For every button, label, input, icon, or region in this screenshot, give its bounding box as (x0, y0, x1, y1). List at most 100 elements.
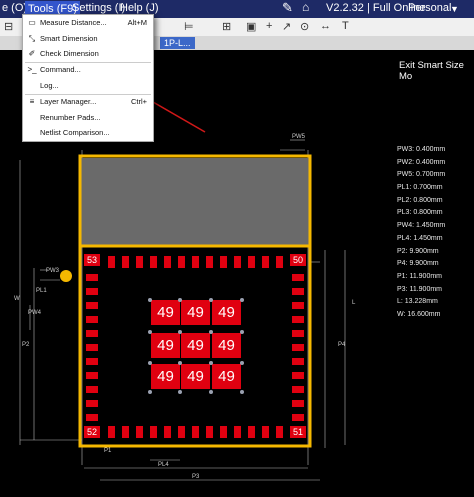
pad[interactable] (178, 256, 185, 268)
via (209, 330, 213, 334)
center-pad[interactable]: 49 (212, 300, 241, 325)
center-pad[interactable]: 49 (181, 333, 210, 358)
pad[interactable] (136, 426, 143, 438)
pad[interactable] (248, 256, 255, 268)
pad[interactable] (276, 256, 283, 268)
pad[interactable] (86, 302, 98, 309)
pad[interactable] (234, 426, 241, 438)
pad[interactable] (292, 414, 304, 421)
chevron-down-icon[interactable]: ▼ (450, 4, 459, 14)
pad-51[interactable]: 51 (290, 426, 306, 438)
via (209, 298, 213, 302)
pad-icon[interactable]: ⊙ (300, 20, 309, 33)
pad[interactable] (206, 256, 213, 268)
pad[interactable] (122, 426, 129, 438)
layer-toggle-icon[interactable]: ⊟ (4, 20, 13, 33)
pad[interactable] (108, 426, 115, 438)
spec-row: PW4: 1.450mm (397, 222, 446, 230)
pad[interactable] (86, 316, 98, 323)
pad[interactable] (86, 358, 98, 365)
pad[interactable] (292, 288, 304, 295)
pad[interactable] (86, 344, 98, 351)
pencil-icon[interactable]: ✎ (282, 0, 293, 16)
pad[interactable] (220, 426, 227, 438)
menu-item-command[interactable]: >_ Command... (23, 63, 153, 77)
pad[interactable] (234, 256, 241, 268)
pad[interactable] (292, 316, 304, 323)
center-pad[interactable]: 49 (212, 333, 241, 358)
dim-label-pw5: PW5 (292, 134, 306, 140)
via (209, 361, 213, 365)
tag-icon[interactable]: ⌂ (302, 0, 309, 14)
align-icon[interactable]: ⊨ (184, 20, 194, 33)
pad[interactable] (164, 426, 171, 438)
pad[interactable] (206, 426, 213, 438)
exit-smart-size-button[interactable]: Exit Smart Size Mo (399, 60, 474, 82)
pad[interactable] (86, 372, 98, 379)
center-pad[interactable]: 49 (181, 300, 210, 325)
menu-settings[interactable]: Settings (I) (72, 2, 125, 14)
measure-icon[interactable]: ↔ (320, 20, 331, 32)
pad[interactable] (164, 256, 171, 268)
spec-row: PW3: 0.400mm (397, 146, 446, 153)
pad[interactable] (292, 386, 304, 393)
via (178, 330, 182, 334)
command-icon: >_ (27, 65, 37, 74)
pad[interactable] (122, 256, 129, 268)
pad[interactable] (248, 426, 255, 438)
pad[interactable] (292, 302, 304, 309)
pad-53[interactable]: 53 (84, 254, 100, 266)
tab-footprint[interactable]: 1P-L... (160, 37, 195, 49)
add-icon[interactable]: + (266, 20, 272, 32)
center-pad[interactable]: 49 (212, 364, 241, 389)
pad[interactable] (220, 256, 227, 268)
grid-icon[interactable]: ⊞ (222, 20, 231, 33)
pad[interactable] (136, 256, 143, 268)
pad[interactable] (150, 256, 157, 268)
menu-item-log[interactable]: Log... (23, 79, 153, 93)
pad[interactable] (86, 400, 98, 407)
center-pad[interactable]: 49 (151, 333, 180, 358)
pad-50[interactable]: 50 (290, 254, 306, 266)
dim-label-pw3: PW3 (46, 268, 60, 274)
pad[interactable] (150, 426, 157, 438)
menu-help[interactable]: Help (J) (120, 2, 159, 14)
menu-item-netlist-comparison[interactable]: Netlist Comparison... (23, 126, 153, 140)
pad[interactable] (178, 426, 185, 438)
pad[interactable] (292, 330, 304, 337)
pad[interactable] (86, 330, 98, 337)
menu-item-renumber-pads[interactable]: Renumber Pads... (23, 111, 153, 125)
menu-item-layer-manager[interactable]: ≡ Layer Manager... Ctrl+ (23, 95, 153, 109)
pad[interactable] (292, 344, 304, 351)
menu-file-edit[interactable]: e (O) (2, 2, 27, 14)
pad[interactable] (292, 358, 304, 365)
component-icon[interactable]: ▣ (246, 20, 256, 33)
pad[interactable] (86, 288, 98, 295)
route-icon[interactable]: ↗ (282, 20, 291, 33)
pad[interactable] (262, 426, 269, 438)
pad[interactable] (292, 372, 304, 379)
text-icon[interactable]: T (342, 20, 349, 32)
pad[interactable] (86, 274, 98, 281)
pad[interactable] (192, 256, 199, 268)
pad[interactable] (276, 426, 283, 438)
center-pad[interactable]: 49 (151, 364, 180, 389)
pad-52[interactable]: 52 (84, 426, 100, 438)
account-menu[interactable]: Personal (408, 2, 451, 14)
pad[interactable] (86, 386, 98, 393)
spec-row: P4: 9.900mm (397, 260, 439, 268)
pad[interactable] (292, 400, 304, 407)
pad[interactable] (86, 414, 98, 421)
pad[interactable] (292, 274, 304, 281)
dim-label-p2: P2 (22, 342, 30, 348)
pad[interactable] (192, 426, 199, 438)
center-pad[interactable]: 49 (151, 300, 180, 325)
pad[interactable] (262, 256, 269, 268)
pad[interactable] (108, 256, 115, 268)
menu-item-check-dimension[interactable]: ✐ Check Dimension (23, 47, 153, 61)
spec-row: P2: 9.900mm (397, 247, 439, 255)
menu-item-smart-dimension[interactable]: ⤡ Smart Dimension (23, 32, 153, 46)
menu-item-measure-distance[interactable]: ▭ Measure Distance... Alt+M (23, 16, 153, 30)
spec-row: PW5: 0.700mm (397, 171, 446, 179)
center-pad[interactable]: 49 (181, 364, 210, 389)
